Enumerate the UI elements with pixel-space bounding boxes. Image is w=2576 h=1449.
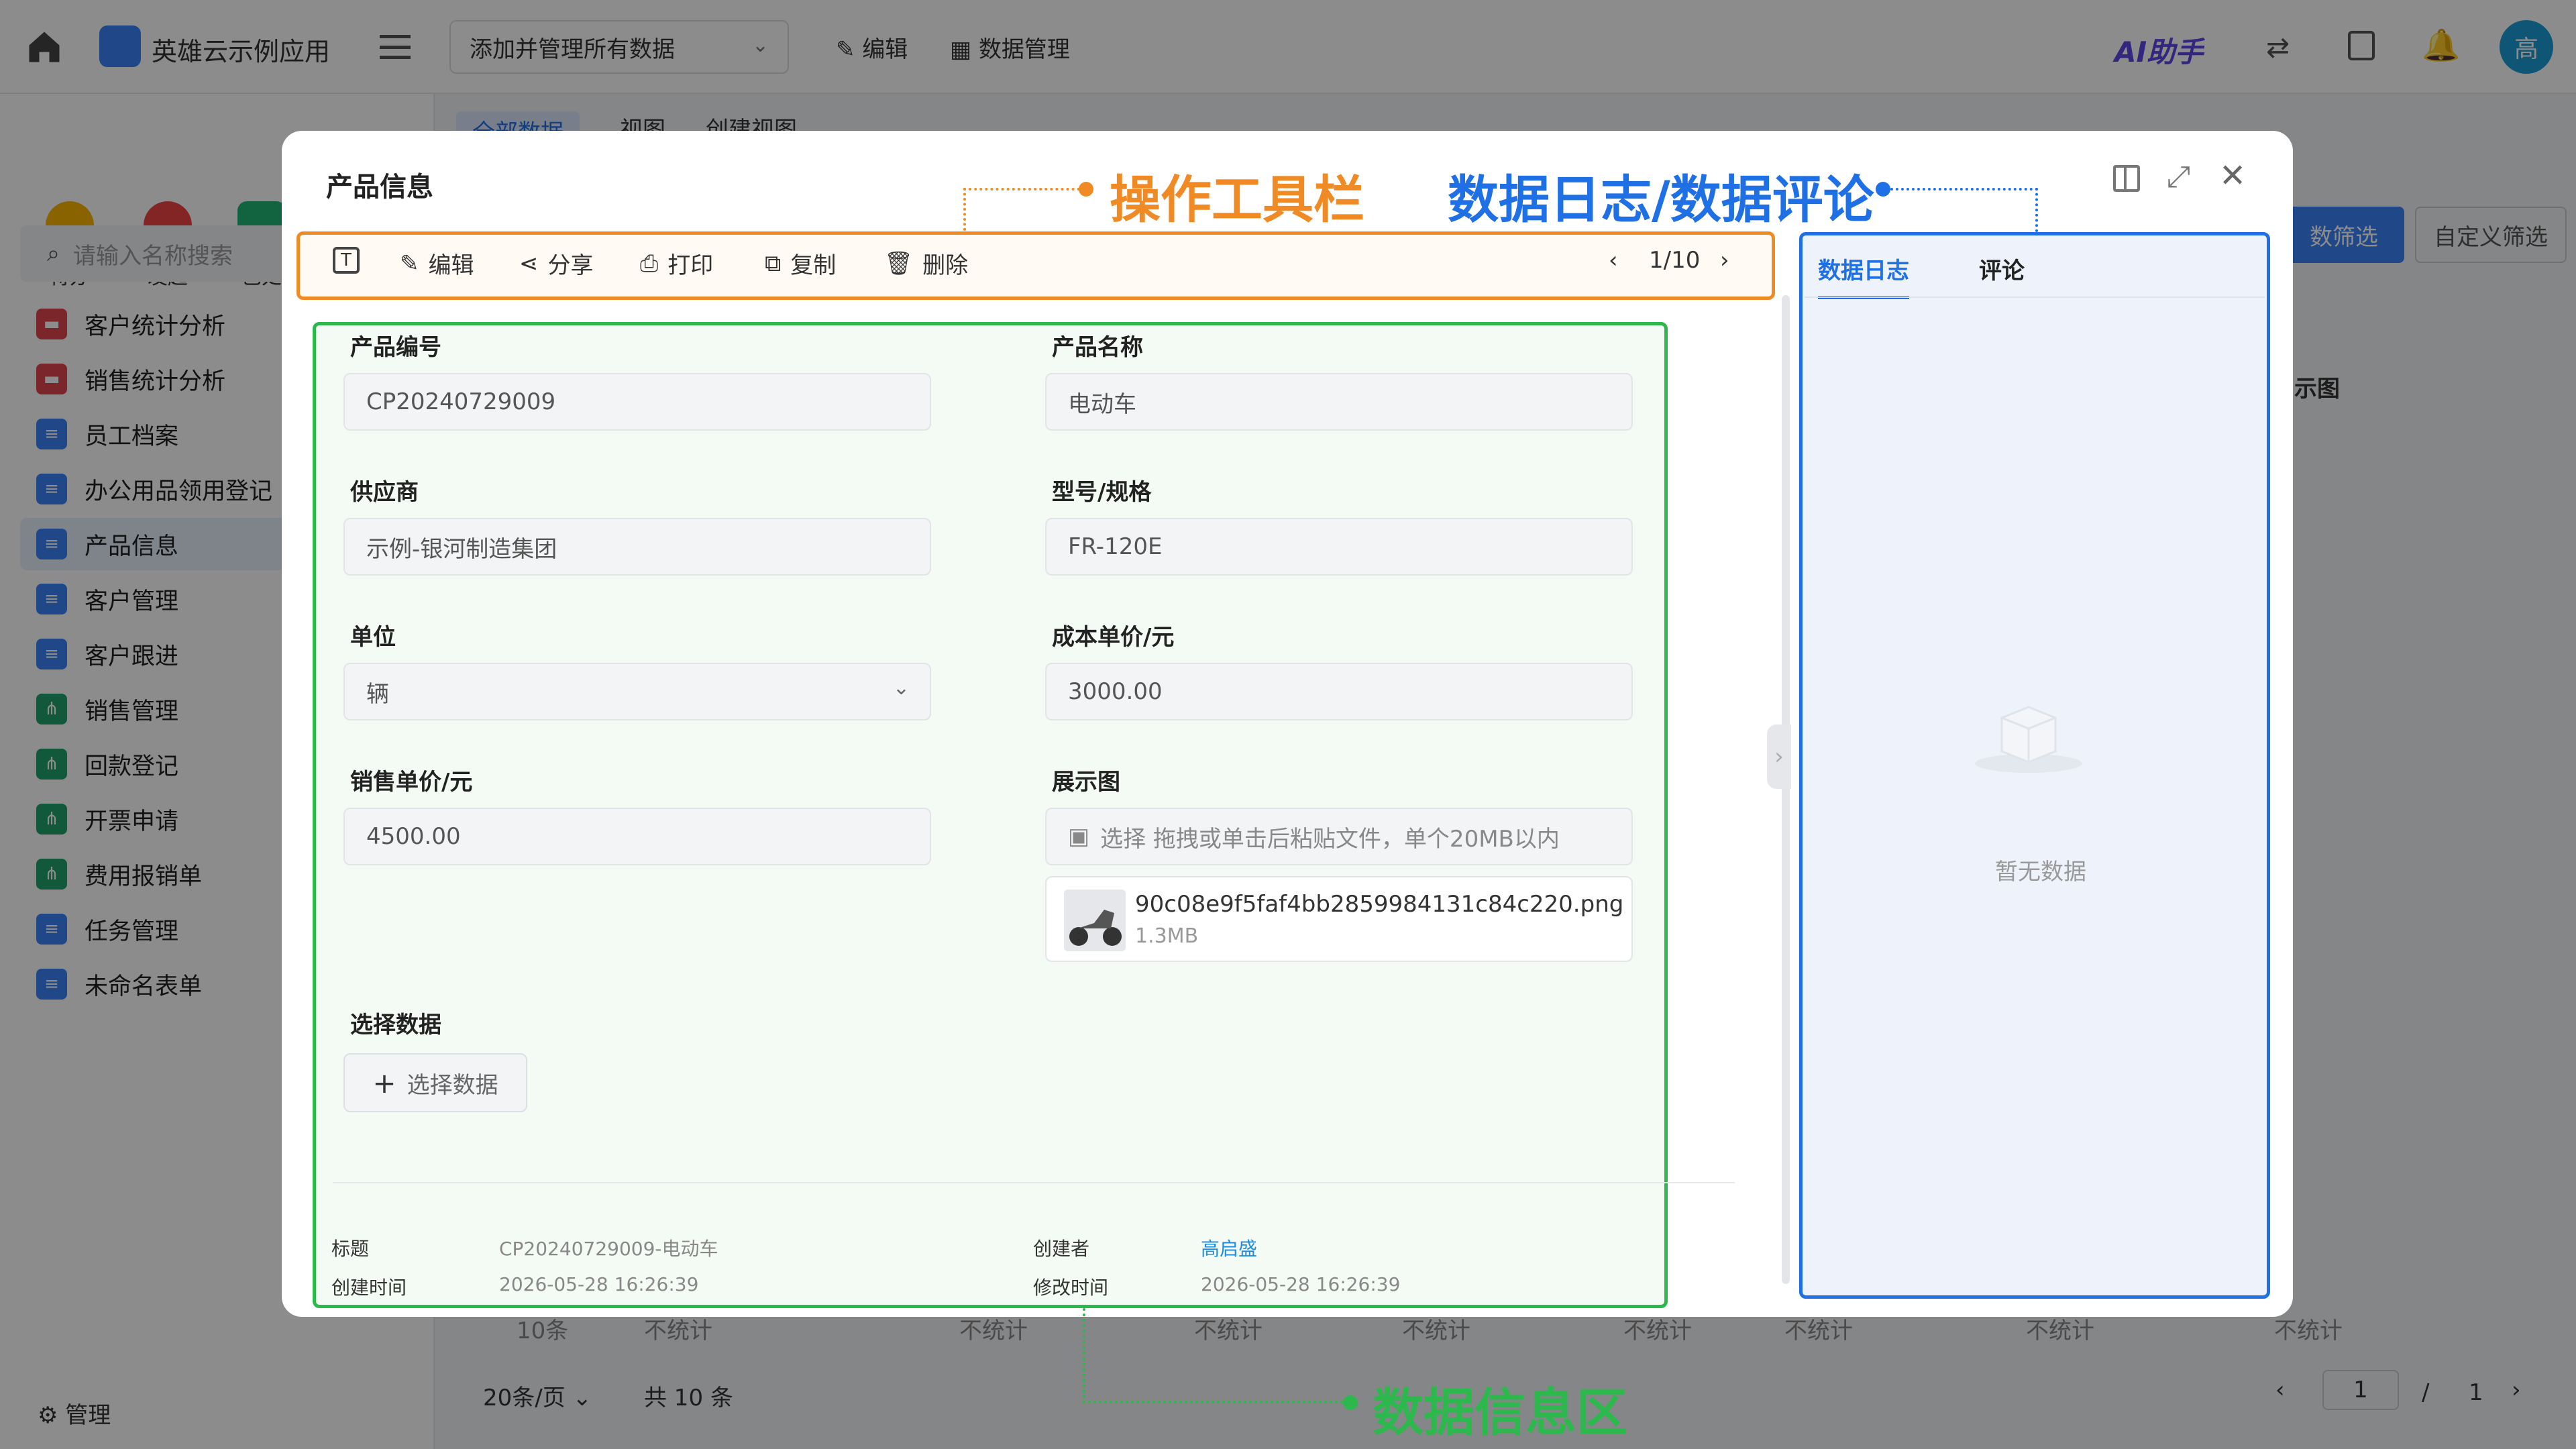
printer-icon: ⎙ [640, 250, 659, 277]
copy-label: 复制 [790, 252, 837, 279]
empty-box-icon [1968, 678, 2089, 778]
copy-button[interactable]: ⧉ 复制 [765, 247, 836, 280]
plus-icon: + [372, 1066, 396, 1099]
modal-title: 产品信息 [326, 172, 433, 203]
product-code-label: 产品编号 [350, 334, 441, 361]
file-thumbnail [1064, 890, 1126, 951]
supplier-field[interactable]: 示例-银河制造集团 [343, 518, 931, 576]
delete-label: 删除 [922, 252, 969, 279]
file-name: 90c08e9f5faf4bb2859984131c84c220.png [1135, 891, 1624, 918]
meta-modified-label: 修改时间 [1033, 1277, 1109, 1299]
unit-label: 单位 [350, 624, 396, 651]
annotation-side-label: 数据日志/数据评论 [1448, 170, 1874, 229]
product-code-field[interactable]: CP20240729009 [343, 373, 931, 431]
text-format-icon[interactable]: T [333, 247, 360, 274]
cost-field[interactable]: 3000.00 [1045, 663, 1633, 720]
copy-icon: ⧉ [765, 250, 782, 277]
empty-state-text: 暂无数据 [1995, 859, 2086, 885]
price-label: 销售单价/元 [350, 769, 473, 796]
meta-title-value: CP20240729009-电动车 [499, 1238, 718, 1260]
edit-label: 编辑 [428, 252, 474, 279]
toolbar-highlight [297, 231, 1775, 300]
uploaded-file-card[interactable]: 90c08e9f5faf4bb2859984131c84c220.png 1.3… [1045, 876, 1633, 962]
meta-created-label: 创建时间 [331, 1277, 407, 1299]
select-data-button-label: 选择数据 [407, 1071, 498, 1099]
trash-icon: 🗑 [884, 250, 914, 277]
image-upload-field[interactable]: ▣ 选择 拖拽或单击后粘贴文件，单个20MB以内 [1045, 808, 1633, 865]
tab-data-log[interactable]: 数据日志 [1818, 252, 1909, 299]
unit-select[interactable]: 辆 ⌄ [343, 663, 931, 720]
print-button[interactable]: ⎙ 打印 [640, 247, 713, 280]
share-button[interactable]: ⋖ 分享 [519, 247, 594, 280]
product-name-field[interactable]: 电动车 [1045, 373, 1633, 431]
share-label: 分享 [547, 252, 594, 279]
delete-button[interactable]: 🗑 删除 [884, 247, 968, 280]
close-icon[interactable]: ✕ [2219, 157, 2246, 195]
fullscreen-icon[interactable]: ⤢ [2167, 160, 2190, 194]
collapse-panel-handle[interactable]: › [1767, 724, 1791, 789]
image-label: 展示图 [1052, 769, 1120, 796]
edit-button[interactable]: ✎ 编辑 [400, 247, 474, 280]
meta-modified-value: 2026-05-28 16:26:39 [1201, 1273, 1401, 1295]
model-label: 型号/规格 [1052, 479, 1152, 506]
file-size: 1.3MB [1135, 924, 1199, 948]
meta-creator-value[interactable]: 高启盛 [1201, 1234, 1257, 1261]
chevron-down-icon: ⌄ [892, 676, 910, 700]
prev-record-icon[interactable]: ‹ [1609, 247, 1618, 274]
annotation-toolbar-label: 操作工具栏 [1110, 170, 1364, 229]
modal-scrollbar[interactable] [1782, 295, 1790, 1284]
image-icon: ▣ [1068, 823, 1090, 850]
select-data-button[interactable]: + 选择数据 [343, 1053, 527, 1112]
meta-divider [333, 1182, 1735, 1183]
tab-comments[interactable]: 评论 [1979, 252, 2025, 285]
pencil-icon: ✎ [400, 250, 419, 277]
text-icon: T [333, 247, 360, 274]
record-pager: 1/10 [1649, 247, 1701, 274]
model-field[interactable]: FR-120E [1045, 518, 1633, 576]
next-record-icon[interactable]: › [1720, 247, 1729, 274]
image-upload-placeholder: 选择 拖拽或单击后粘贴文件，单个20MB以内 [1100, 825, 1560, 853]
select-data-label: 选择数据 [350, 1012, 441, 1038]
annotation-dot-toolbar [1079, 182, 1093, 197]
price-field[interactable]: 4500.00 [343, 808, 931, 865]
annotation-connector-side [1885, 188, 2038, 232]
annotation-dot-info [1343, 1395, 1358, 1410]
print-label: 打印 [667, 252, 714, 279]
annotation-connector-info [1083, 1308, 1348, 1403]
annotation-connector-toolbar [963, 188, 1085, 231]
cost-label: 成本单价/元 [1052, 624, 1175, 651]
supplier-label: 供应商 [350, 479, 419, 506]
unit-value: 辆 [366, 680, 389, 708]
meta-creator-label: 创建者 [1033, 1238, 1090, 1260]
meta-created-value: 2026-05-28 16:26:39 [499, 1273, 699, 1295]
share-icon: ⋖ [519, 250, 539, 277]
product-name-label: 产品名称 [1052, 334, 1143, 361]
meta-title-label: 标题 [331, 1238, 370, 1260]
split-view-icon[interactable] [2113, 165, 2140, 192]
side-tabs-divider [1805, 297, 2265, 298]
annotation-info-label: 数据信息区 [1373, 1383, 1627, 1442]
